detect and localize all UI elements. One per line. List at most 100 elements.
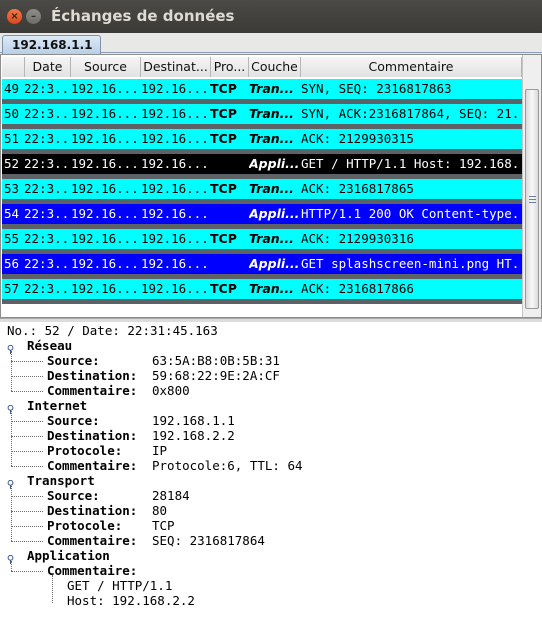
row-layer: Tran... (249, 231, 294, 246)
tree-field-label: Destination: (47, 428, 138, 443)
row-protocol: TCP (210, 281, 237, 296)
table-row[interactable]: 5022:3...192.16...192.16...TCPTran...SYN… (2, 104, 522, 124)
table-row[interactable]: 5222:3...192.16...192.16...Appli...GET /… (2, 154, 522, 174)
row-date: 22:3... (24, 256, 70, 271)
table-body: 4922:3...192.16...192.16...TCPTran...SYN… (2, 79, 522, 317)
column-header-source[interactable]: Source (71, 57, 141, 77)
column-header-destination[interactable]: Destinat... (141, 57, 211, 77)
row-source: 192.16... (71, 81, 139, 96)
tree-expand-icon[interactable] (6, 477, 15, 489)
row-layer: Appli... (249, 256, 299, 271)
tree-field-label: Source: (47, 353, 100, 368)
row-comment: ACK: 2129930315 (301, 131, 414, 146)
packet-details-tree: No.: 52 / Date: 22:31:45.163 Réseau Sourc… (0, 322, 542, 621)
tree-section-title: Application (27, 548, 110, 563)
tree-field-label: Protocole: (47, 443, 123, 458)
row-protocol: TCP (210, 81, 237, 96)
column-header-comment[interactable]: Commentaire (301, 57, 522, 77)
column-header-number[interactable] (2, 57, 25, 77)
row-layer: Tran... (249, 81, 294, 96)
row-destination: 192.16... (141, 281, 209, 296)
tree-field-label: Commentaire: (47, 458, 138, 473)
details-header: No.: 52 / Date: 22:31:45.163 (7, 323, 218, 338)
row-date: 22:3... (24, 131, 70, 146)
table-row[interactable]: 5122:3...192.16...192.16...TCPTran...ACK… (2, 129, 522, 149)
tree-field-value: Protocole:6, TTL: 64 (152, 458, 303, 473)
tree-field-value: 192.168.2.2 (152, 428, 235, 443)
row-number: 56 (4, 256, 20, 271)
row-layer: Tran... (249, 131, 294, 146)
row-date: 22:3... (24, 106, 70, 121)
column-header-layer[interactable]: Couche (249, 57, 301, 77)
row-comment: SYN, ACK:2316817864, SEQ: 21... (301, 106, 521, 121)
table-row[interactable]: 4922:3...192.16...192.16...TCPTran...SYN… (2, 79, 522, 99)
tree-field-value: 192.168.1.1 (152, 413, 235, 428)
row-layer: Appli... (249, 156, 299, 171)
tree-detail-line: GET / HTTP/1.1 (67, 578, 173, 593)
tree-field-label: Commentaire: (47, 533, 138, 548)
row-protocol: TCP (210, 231, 237, 246)
row-destination: 192.16... (141, 181, 209, 196)
row-date: 22:3... (24, 156, 70, 171)
tree-field-label: Source: (47, 488, 100, 503)
row-protocol: TCP (210, 106, 237, 121)
row-source: 192.16... (71, 156, 139, 171)
row-comment: ACK: 2316817865 (301, 181, 414, 196)
table-row[interactable]: 5322:3...192.16...192.16...TCPTran...ACK… (2, 179, 522, 199)
row-source: 192.16... (71, 106, 139, 121)
scrollbar-thumb[interactable] (525, 89, 539, 309)
tree-field-label: Commentaire: (47, 383, 138, 398)
table-row[interactable]: 5522:3...192.16...192.16...TCPTran...ACK… (2, 229, 522, 249)
row-comment: ACK: 2129930316 (301, 231, 414, 246)
row-number: 53 (4, 181, 20, 196)
tree-field-value: TCP (152, 518, 175, 533)
tree-field-value: IP (152, 443, 168, 458)
tree-expand-icon[interactable] (6, 402, 15, 414)
row-comment: HTTP/1.1 200 OK Content-type... (301, 206, 521, 221)
tree-expand-icon[interactable] (6, 342, 15, 354)
table-row[interactable]: 5722:3...192.16...192.16...TCPTran...ACK… (2, 279, 522, 299)
minimize-window-icon[interactable]: – (26, 9, 41, 24)
tree-section-title: Réseau (27, 338, 73, 353)
table-row[interactable]: 5422:3...192.16...192.16...Appli...HTTP/… (2, 204, 522, 224)
tree-field-label: Destination: (47, 503, 138, 518)
column-header-protocol[interactable]: Pro... (211, 57, 249, 77)
row-date: 22:3... (24, 231, 70, 246)
row-number: 55 (4, 231, 20, 246)
row-number: 57 (4, 281, 20, 296)
tab-host[interactable]: 192.168.1.1 (2, 35, 101, 54)
row-source: 192.16... (71, 281, 139, 296)
tree-field-label: Source: (47, 413, 100, 428)
row-date: 22:3... (24, 81, 70, 96)
row-source: 192.16... (71, 206, 139, 221)
row-comment: GET / HTTP/1.1 Host: 192.168... (301, 156, 521, 171)
row-destination: 192.16... (141, 156, 209, 171)
row-number: 52 (4, 156, 20, 171)
tree-expand-icon[interactable] (6, 552, 15, 564)
row-destination: 192.16... (141, 131, 209, 146)
row-number: 54 (4, 206, 20, 221)
column-header-date[interactable]: Date (25, 57, 71, 77)
tree-field-label: Commentaire: (47, 563, 138, 578)
packets-table: Date Source Destinat... Pro... Couche Co… (0, 54, 542, 318)
table-vertical-scrollbar[interactable] (522, 55, 541, 317)
row-source: 192.16... (71, 231, 139, 246)
table-row[interactable]: 5622:3...192.16...192.16...Appli...GET s… (2, 254, 522, 274)
row-date: 22:3... (24, 281, 70, 296)
tree-detail-line: Host: 192.168.2.2 (67, 593, 195, 608)
row-layer: Tran... (249, 106, 294, 121)
row-number: 51 (4, 131, 20, 146)
row-number: 50 (4, 106, 20, 121)
close-window-icon[interactable]: × (7, 9, 22, 24)
row-layer: Tran... (249, 281, 294, 296)
row-protocol: TCP (210, 131, 237, 146)
tree-section-title: Transport (27, 473, 95, 488)
row-source: 192.16... (71, 256, 139, 271)
tree-field-value: 59:68:22:9E:2A:CF (152, 368, 280, 383)
row-comment: GET splashscreen-mini.png HT... (301, 256, 521, 271)
tab-bar: 192.168.1.1 (0, 33, 542, 54)
tree-field-value: 63:5A:B8:0B:5B:31 (152, 353, 280, 368)
tree-section-title: Internet (27, 398, 88, 413)
tree-field-label: Protocole: (47, 518, 123, 533)
row-source: 192.16... (71, 181, 139, 196)
